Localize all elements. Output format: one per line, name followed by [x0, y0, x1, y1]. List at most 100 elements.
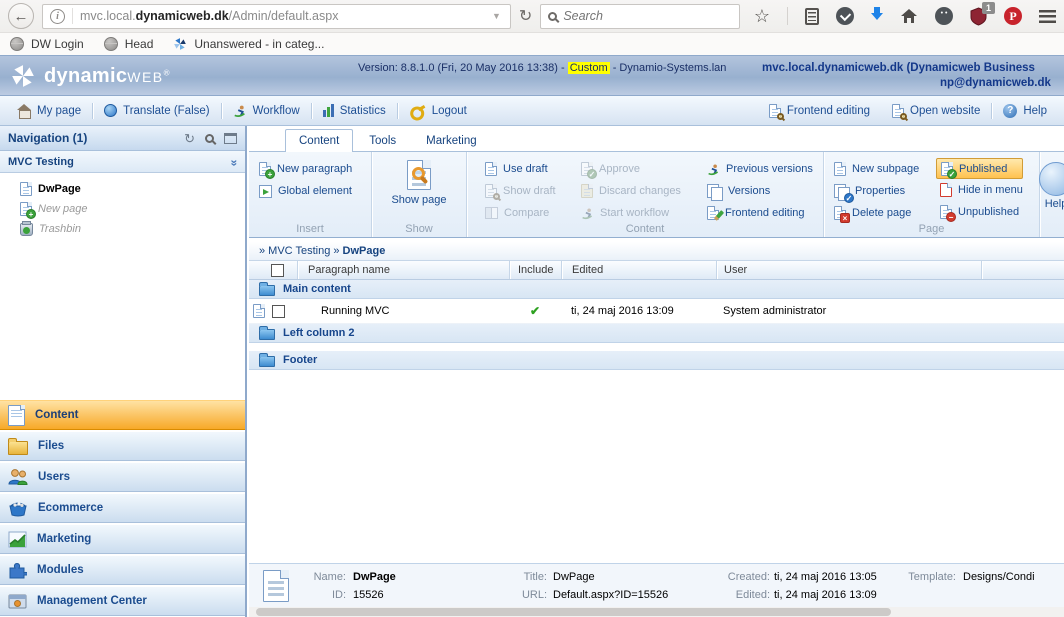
- breadcrumb[interactable]: » MVC Testing » DwPage: [249, 242, 1064, 261]
- compare-button[interactable]: Compare: [475, 202, 567, 224]
- page-magnifier-icon: [485, 184, 497, 198]
- paragraph-row[interactable]: Running MVC ✔ ti, 24 maj 2016 13:09 Syst…: [249, 299, 1064, 324]
- tab-marketing[interactable]: Marketing: [412, 129, 491, 151]
- ribbon-tabs: Content Tools Marketing: [249, 126, 1064, 151]
- published-button[interactable]: ✓Published: [936, 158, 1023, 179]
- hide-in-menu-button[interactable]: Hide in menu: [932, 179, 1023, 201]
- search-box[interactable]: [540, 4, 740, 29]
- tree-item-trashbin[interactable]: Trashbin: [20, 220, 245, 237]
- bookmark-unanswered[interactable]: Unanswered - in categ...: [173, 37, 324, 51]
- section-left-column-2[interactable]: Left column 2: [249, 324, 1064, 343]
- feedback-icon[interactable]: [935, 7, 953, 25]
- versions-button[interactable]: Versions: [697, 180, 813, 202]
- area-button-content[interactable]: Content: [0, 400, 245, 430]
- nav-group-mvc-testing[interactable]: MVC Testing »: [0, 151, 245, 173]
- properties-button[interactable]: ✓Properties: [824, 180, 932, 202]
- search-icon[interactable]: [205, 134, 214, 143]
- area-button-users[interactable]: Users: [0, 462, 245, 492]
- column-paragraph-name[interactable]: Paragraph name: [297, 261, 509, 279]
- area-button-management-center[interactable]: Management Center: [0, 586, 245, 616]
- properties-icon: ✓: [834, 184, 849, 199]
- approve-button[interactable]: ✓Approve: [571, 158, 685, 180]
- refresh-icon[interactable]: ↻: [184, 132, 195, 145]
- tree-item-new-page[interactable]: +New page: [20, 200, 245, 217]
- statistics-button[interactable]: Statistics: [312, 104, 397, 117]
- help-button[interactable]: ?Help: [992, 104, 1058, 118]
- registered-mark: ®: [164, 68, 170, 77]
- url-text[interactable]: mvc.local.dynamicweb.dk/Admin/default.as…: [80, 9, 485, 23]
- downloads-icon[interactable]: [871, 13, 883, 26]
- area-button-ecommerce[interactable]: Ecommerce: [0, 493, 245, 523]
- paragraph-name[interactable]: Running MVC: [297, 305, 509, 317]
- tree-item-dwpage[interactable]: DwPage: [20, 180, 245, 197]
- pinterest-icon[interactable]: P: [1004, 7, 1022, 25]
- pocket-icon[interactable]: [836, 7, 854, 25]
- page-pencil-icon: [707, 206, 719, 220]
- account-info: mvc.local.dynamicweb.dk (Dynamicweb Busi…: [762, 61, 1064, 91]
- reading-list-icon[interactable]: [805, 8, 819, 25]
- home-icon[interactable]: [900, 8, 918, 24]
- logout-button[interactable]: Logout: [398, 105, 478, 117]
- globe-icon: [10, 37, 24, 51]
- globe-icon: [104, 37, 118, 51]
- new-subpage-button[interactable]: New subpage: [824, 158, 932, 180]
- breadcrumb-path[interactable]: » MVC Testing »: [259, 245, 340, 257]
- bookmark-star-icon[interactable]: ☆: [754, 7, 770, 25]
- frontend-editing-ribbon-button[interactable]: Frontend editing: [697, 202, 813, 224]
- reload-icon[interactable]: ↻: [519, 6, 532, 26]
- horizontal-scrollbar[interactable]: [249, 607, 1064, 617]
- page-icon: [834, 162, 846, 176]
- search-input[interactable]: [563, 9, 732, 23]
- start-workflow-button[interactable]: Start workflow: [571, 202, 685, 224]
- section-main-content[interactable]: Main content: [249, 280, 1064, 299]
- workflow-button[interactable]: Workflow: [222, 104, 311, 118]
- column-edited[interactable]: Edited: [561, 261, 716, 279]
- column-user[interactable]: User: [716, 261, 981, 279]
- site-info-icon[interactable]: i: [50, 9, 65, 24]
- bookmark-dw-login[interactable]: DW Login: [10, 37, 84, 51]
- show-page-button[interactable]: Show page: [372, 160, 466, 206]
- global-element-button[interactable]: Global element: [249, 180, 371, 202]
- question-mark-icon: ?: [1003, 104, 1017, 118]
- unpublished-button[interactable]: −Unpublished: [932, 201, 1023, 223]
- group-label-page: Page: [824, 223, 1039, 235]
- folder-icon: [259, 356, 275, 367]
- show-draft-button[interactable]: Show draft: [475, 180, 567, 202]
- menu-icon[interactable]: [1039, 10, 1056, 23]
- frontend-editing-button[interactable]: Frontend editing: [758, 104, 881, 118]
- scrollbar-thumb[interactable]: [256, 608, 891, 616]
- area-button-modules[interactable]: Modules: [0, 555, 245, 585]
- back-button[interactable]: ←: [8, 3, 34, 29]
- discard-page-icon: [581, 184, 593, 198]
- tab-content[interactable]: Content: [285, 129, 353, 152]
- chevron-double-down-icon[interactable]: »: [228, 159, 242, 164]
- area-button-files[interactable]: Files: [0, 431, 245, 461]
- address-bar[interactable]: i mvc.local.dynamicweb.dk/Admin/default.…: [42, 4, 511, 29]
- section-footer[interactable]: Footer: [249, 351, 1064, 370]
- page-magnifier-icon: [892, 104, 904, 118]
- previous-versions-button[interactable]: Previous versions: [697, 158, 813, 180]
- column-include[interactable]: Include: [509, 261, 561, 279]
- area-button-marketing[interactable]: Marketing: [0, 524, 245, 554]
- bookmark-head[interactable]: Head: [104, 37, 154, 51]
- translate-button[interactable]: Translate (False): [93, 104, 221, 117]
- info-url-value[interactable]: Default.aspx?ID=15526: [553, 589, 668, 601]
- spacer: [249, 343, 1064, 351]
- select-all-checkbox[interactable]: [271, 264, 284, 277]
- adblock-shield-icon[interactable]: 1: [970, 7, 987, 26]
- discard-changes-button[interactable]: Discard changes: [571, 180, 685, 202]
- help-label: Help: [1045, 198, 1064, 210]
- new-paragraph-button[interactable]: +New paragraph: [249, 158, 371, 180]
- row-checkbox[interactable]: [272, 305, 285, 318]
- info-name-label: Name:: [289, 571, 346, 583]
- url-dropdown-icon[interactable]: ▼: [492, 11, 503, 21]
- dock-panel-icon[interactable]: [224, 133, 237, 144]
- delete-page-button[interactable]: ×Delete page: [824, 202, 932, 224]
- hidden-page-icon: [940, 183, 952, 197]
- info-template-label: Template:: [864, 571, 956, 583]
- my-page-button[interactable]: My page: [6, 104, 92, 117]
- use-draft-button[interactable]: Use draft: [475, 158, 567, 180]
- open-website-button[interactable]: Open website: [881, 104, 991, 118]
- ribbon-help-button[interactable]: Help: [1034, 162, 1064, 210]
- tab-tools[interactable]: Tools: [355, 129, 410, 151]
